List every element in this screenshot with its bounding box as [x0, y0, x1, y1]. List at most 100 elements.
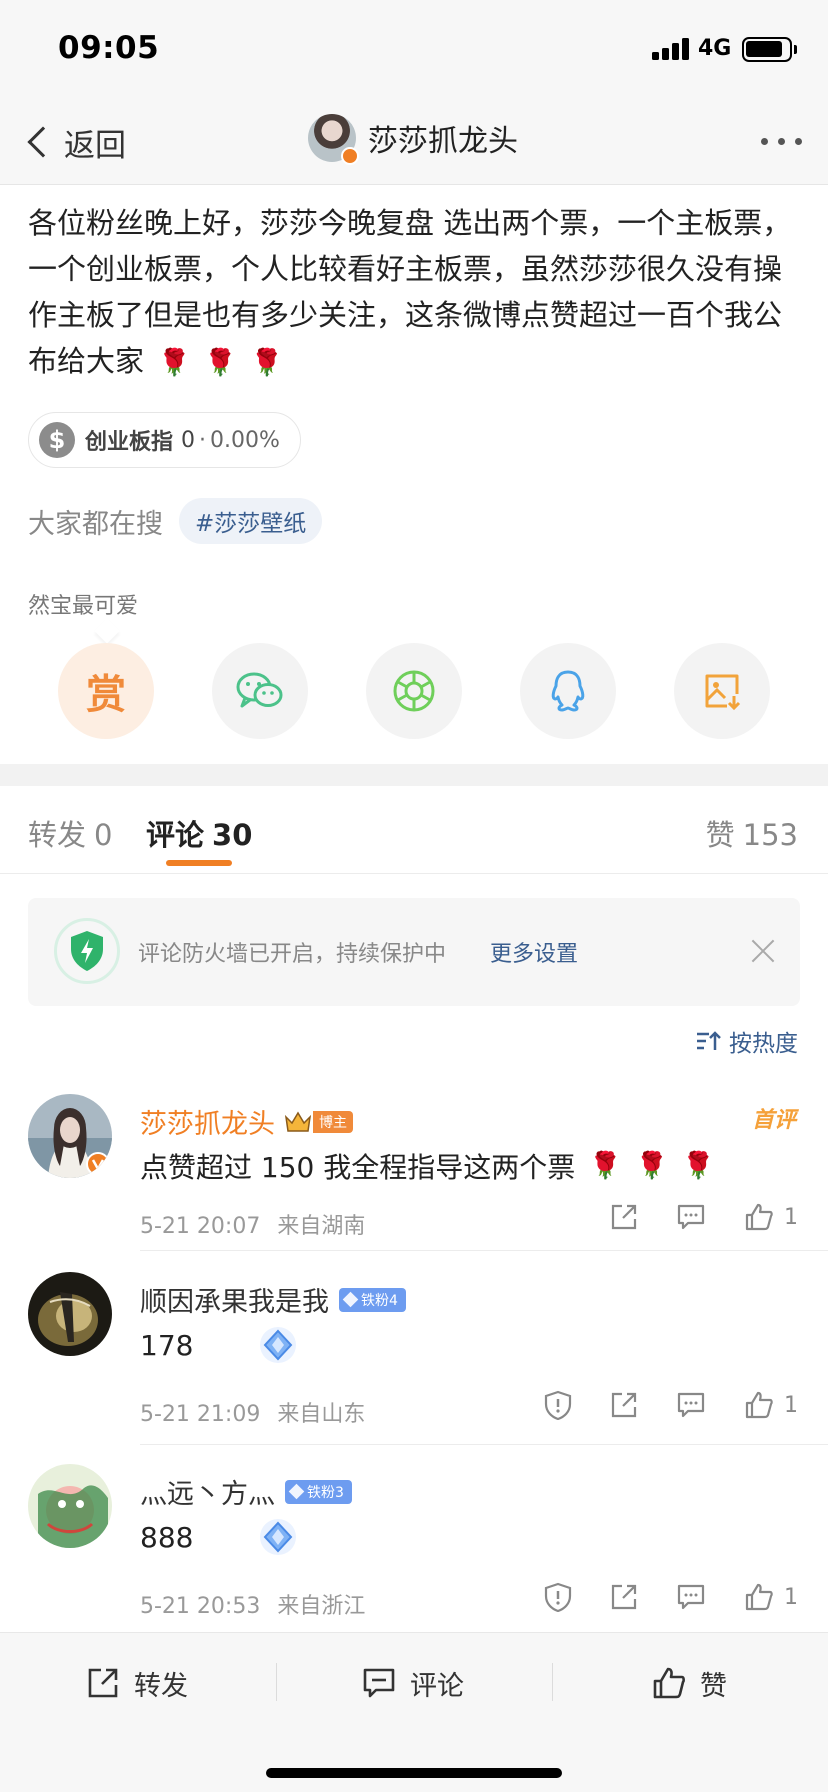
bottom-toolbar: 转发 评论 赞 [0, 1632, 828, 1792]
tab-comment[interactable]: 评论 30 [146, 812, 252, 854]
more-icon[interactable] [761, 138, 802, 145]
rose-emoji: 🌹 [204, 348, 237, 378]
avatar[interactable] [28, 1272, 112, 1356]
comment-item[interactable]: 灬远丶方灬 铁粉3 888 5-21 20:53 来自浙江 1 [0, 1464, 828, 1628]
repost-comment-button[interactable] [610, 1391, 638, 1419]
tab-repost[interactable]: 转发 0 [28, 812, 112, 854]
save-image-icon [705, 674, 741, 711]
search-label: 大家都在搜 [28, 508, 163, 540]
first-comment-badge: 首评 [751, 1108, 796, 1133]
share-icon [611, 1204, 637, 1230]
comment-item[interactable]: 顺因承果我是我 铁粉4 178 5-21 21:09 来自山东 1 [0, 1272, 828, 1445]
fan-badge: 铁粉4 [339, 1287, 406, 1312]
comment-button[interactable]: 评论 [362, 1661, 464, 1705]
report-button[interactable] [544, 1390, 572, 1420]
comment-icon [677, 1204, 705, 1230]
tab-repost-label: 转发 [28, 818, 87, 852]
comment-label: 评论 [410, 1670, 464, 1702]
blogger-badge: 博主 [283, 1109, 353, 1135]
comment-icon [677, 1392, 705, 1418]
save-image-button[interactable] [674, 643, 770, 739]
comment-divider [140, 1444, 828, 1445]
crown-icon [284, 1111, 312, 1132]
moments-share-button[interactable] [366, 643, 462, 739]
comment-item[interactable]: 莎莎抓龙头 博主 首评 点赞超过 150 我全程指导这两个票 🌹 🌹 🌹 5-21 … [0, 1094, 828, 1251]
nav-user[interactable]: 莎莎抓龙头 [308, 114, 518, 165]
moments-icon [393, 670, 435, 712]
verified-icon [341, 147, 359, 165]
reply-button[interactable] [676, 1391, 706, 1419]
thumbs-up-icon [653, 1667, 685, 1699]
rose-emoji: 🌹 [250, 348, 284, 378]
share-icon [88, 1668, 118, 1698]
reward-button[interactable]: 赏 [58, 643, 154, 739]
sort-icon [697, 1031, 721, 1050]
comment-time: 5-21 20:07 [140, 1214, 261, 1239]
fan-badge-label: 铁粉4 [361, 1292, 398, 1309]
repost-comment-button[interactable] [610, 1203, 638, 1231]
tip-arrow [94, 618, 120, 644]
wechat-share-button[interactable] [212, 643, 308, 739]
diamond-sticker-icon [260, 1519, 297, 1555]
diamond-icon [288, 1483, 305, 1500]
comment-author-name: 顺因承果我是我 [140, 1287, 329, 1318]
like-label: 赞 [700, 1670, 727, 1702]
comment-actions: 1 [506, 1582, 798, 1612]
repost-button[interactable]: 转发 [86, 1661, 188, 1705]
thumbs-up-icon [745, 1203, 773, 1231]
repost-comment-button[interactable] [610, 1583, 638, 1611]
comment-body: 888 [140, 1520, 194, 1554]
comment-text: 888 [140, 1516, 303, 1558]
dollar-icon: $ [39, 422, 75, 458]
more-settings-link[interactable]: 更多设置 [490, 936, 578, 968]
tab-like-count: 153 [742, 818, 798, 852]
rose-emoji: 🌹 [158, 348, 191, 378]
status-time: 09:05 [58, 30, 160, 66]
post-tabs: 转发 0 评论 30 赞 153 [0, 786, 828, 874]
comment-author[interactable]: 灬远丶方灬 铁粉3 [140, 1472, 352, 1511]
sort-button[interactable]: 按热度 [695, 1024, 798, 1058]
stock-chip[interactable]: $ 创业板指 0 · 0.00% [28, 412, 301, 468]
fan-badge-label: 铁粉3 [307, 1484, 344, 1501]
avatar[interactable] [28, 1094, 112, 1178]
comment-location: 来自山东 [277, 1402, 366, 1427]
comment-author[interactable]: 莎莎抓龙头 博主 [140, 1102, 353, 1141]
like-button[interactable]: 1 [744, 1202, 798, 1232]
firewall-text: 评论防火墙已开启，持续保护中 [138, 942, 447, 967]
tab-like[interactable]: 赞 153 [706, 812, 798, 854]
thumbs-up-icon [745, 1391, 773, 1419]
like-button[interactable]: 1 [744, 1582, 798, 1612]
comment-location: 来自浙江 [277, 1594, 366, 1619]
like-button[interactable]: 赞 [652, 1661, 727, 1705]
comment-meta: 5-21 20:07 来自湖南 [140, 1208, 365, 1240]
fan-badge: 铁粉3 [285, 1479, 352, 1504]
report-button[interactable] [544, 1582, 572, 1612]
post-body: 各位粉丝晚上好，莎莎今晚复盘 选出两个票，一个主板票，一个创业板票，个人比较看好… [28, 206, 792, 378]
comment-time: 5-21 21:09 [140, 1402, 261, 1427]
trending-search: 大家都在搜 #莎莎壁纸 [28, 498, 323, 544]
comment-body: 178 [140, 1328, 194, 1362]
back-label: 返回 [64, 127, 126, 164]
battery-icon [742, 37, 797, 62]
reply-button[interactable] [676, 1203, 706, 1231]
like-button[interactable]: 1 [744, 1390, 798, 1420]
close-icon[interactable] [750, 938, 776, 964]
topic-tag[interactable]: #莎莎壁纸 [179, 498, 323, 544]
reply-button[interactable] [676, 1583, 706, 1611]
chevron-left-icon [27, 126, 59, 158]
wechat-icon [236, 672, 283, 708]
comment-author-name: 灬远丶方灬 [140, 1479, 275, 1510]
warning-shield-icon [544, 1390, 572, 1420]
comment-author[interactable]: 顺因承果我是我 铁粉4 [140, 1280, 406, 1319]
avatar[interactable] [308, 114, 359, 165]
back-button[interactable]: 返回 [22, 120, 126, 164]
blogger-badge-label: 博主 [313, 1110, 353, 1133]
qq-share-button[interactable] [520, 643, 616, 739]
comment-actions: 1 [506, 1390, 798, 1420]
status-bar: 09:05 4G [0, 0, 828, 100]
comment-divider [140, 1250, 828, 1251]
avatar[interactable] [28, 1464, 112, 1548]
verified-icon [86, 1152, 110, 1176]
stock-value: 0 [181, 427, 196, 453]
section-separator [0, 764, 828, 786]
